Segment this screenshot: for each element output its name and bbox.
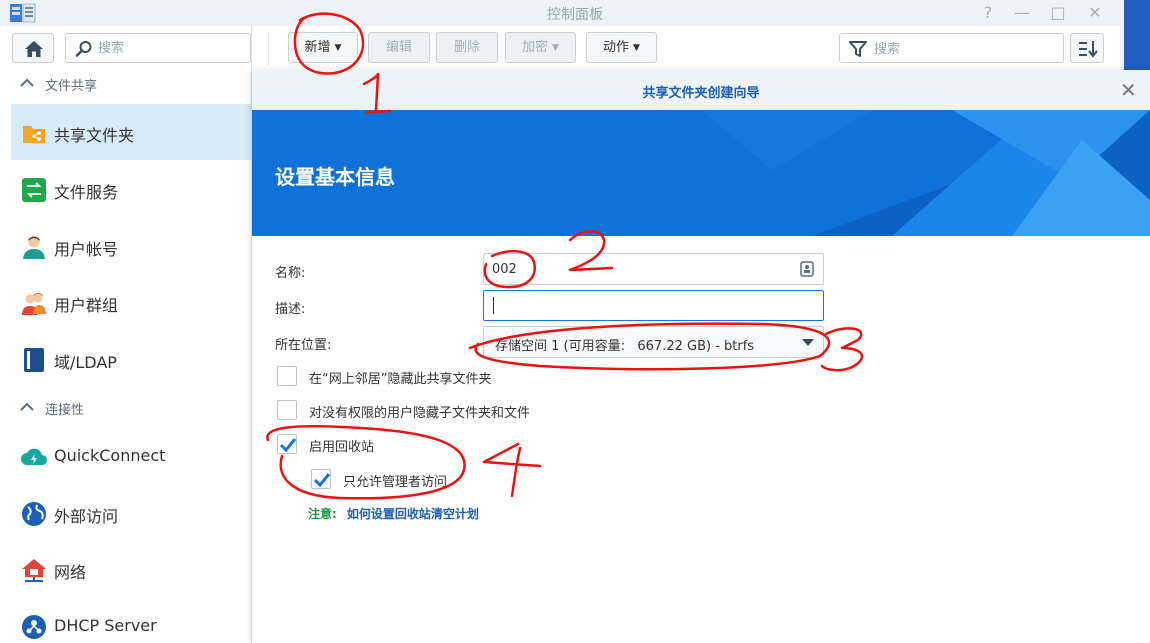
chevron-up-icon [20,78,34,87]
wizard-banner: 设置基本信息 [252,110,1150,236]
name-label: 名称: [275,266,306,281]
note-label: 注意: [308,507,337,521]
group-icon [22,293,46,315]
hide-network-label: 在“网上邻居”隐藏此共享文件夹 [309,372,492,387]
caret-down-icon: ▼ [334,43,342,53]
create-button-label: 新增 [304,40,331,55]
desktop-background [1120,0,1150,70]
section-header-file-sharing[interactable]: 文件共享 [0,72,252,96]
sidebar-search-box[interactable] [65,33,251,63]
sidebar-item-label: QuickConnect [54,446,166,465]
section-header-connectivity[interactable]: 连接性 [0,396,252,420]
name-field[interactable] [483,253,824,285]
checkmark-icon [313,473,331,488]
close-window-button[interactable]: ✕ [1085,3,1105,22]
external-access-icon [22,502,46,526]
quickconnect-icon [21,448,47,465]
toolbar: 新增 ▼ 编辑 删除 加密 ▼ 动作 ▼ [268,26,1120,70]
encrypt-button-label: 加密 [522,40,549,55]
filter-icon [849,41,867,57]
caret-down-icon: ▼ [633,43,640,53]
sort-icon [1079,41,1098,58]
recycle-bin-label: 启用回收站 [309,440,375,455]
sidebar-item-label: 用户群组 [54,296,119,315]
user-icon [23,236,45,259]
filter-search-input[interactable] [874,40,1054,58]
sidebar-item-label: 网络 [54,563,87,582]
sidebar-item-shared-folder[interactable]: 共享文件夹 [11,104,251,160]
admin-only-checkbox[interactable] [311,469,331,489]
location-dropdown[interactable]: 存储空间 1 (可用容量: 667.22 GB) - btrfs [483,326,824,358]
description-field[interactable] [483,290,824,321]
network-icon [22,559,46,582]
hide-subfolders-label: 对没有权限的用户隐藏子文件夹和文件 [309,406,531,421]
section-header-label: 文件共享 [45,79,98,94]
wizard-step-heading: 设置基本信息 [275,165,395,189]
sidebar-item-external-access[interactable]: 外部访问 [11,485,251,541]
hide-subfolders-checkbox[interactable] [277,400,297,420]
sidebar-item-user[interactable]: 用户帐号 [11,218,251,274]
sidebar: 文件共享 共享文件夹 文件服务 用户帐号 用户群组 [0,26,252,643]
sidebar-item-label: 外部访问 [54,507,119,526]
sidebar-item-label: 文件服务 [54,183,119,202]
sidebar-item-group[interactable]: 用户群组 [11,274,251,330]
sidebar-item-dhcp-server[interactable]: DHCP Server [11,598,251,643]
toolbar-divider [268,32,269,66]
text-cursor [493,297,494,314]
minimize-button[interactable]: — [1012,3,1032,22]
file-services-icon [22,178,46,202]
location-selected-value: 存储空间 1 (可用容量: 667.22 GB) - btrfs [495,339,755,354]
sidebar-search-input[interactable] [98,39,243,57]
checkmark-icon [279,438,297,453]
action-button[interactable]: 动作 ▼ [586,32,657,63]
sidebar-item-label: DHCP Server [54,616,157,635]
sidebar-item-label: 用户帐号 [54,240,119,259]
dhcp-server-icon [22,615,46,639]
shared-folder-icon [23,126,45,143]
caret-down-icon: ▼ [552,43,559,53]
location-label: 所在位置: [275,338,332,353]
sort-button[interactable] [1070,33,1104,63]
admin-only-label: 只允许管理者访问 [343,475,448,490]
wizard-close-button[interactable]: ✕ [1120,80,1137,100]
sidebar-item-label: 共享文件夹 [54,126,135,145]
wizard-title: 共享文件夹创建向导 [642,86,760,101]
name-input[interactable] [492,260,792,278]
recycle-schedule-help-link[interactable]: 如何设置回收站清空计划 [347,507,479,521]
search-icon [75,41,92,57]
help-button[interactable]: ? [978,3,998,22]
encrypt-button[interactable]: 加密 ▼ [505,32,576,63]
description-label: 描述: [275,302,306,317]
recycle-bin-note: 注意: 如何设置回收站清空计划 [308,505,479,522]
hide-network-checkbox[interactable] [277,366,297,386]
wizard-header: 共享文件夹创建向导 ✕ [252,70,1150,110]
text-input-icon [800,261,814,277]
sidebar-item-label: 域/LDAP [54,353,117,372]
sidebar-item-quickconnect[interactable]: QuickConnect [11,428,251,484]
create-shared-folder-wizard: 共享文件夹创建向导 ✕ 设置基本信息 名称: 描述: 所在位置: 存储空间 1 … [252,70,1150,643]
edit-button[interactable]: 编辑 [368,32,430,63]
filter-search-box[interactable] [839,33,1064,63]
domain-ldap-icon [24,348,44,372]
create-button[interactable]: 新增 ▼ [288,32,358,63]
home-button[interactable] [12,33,54,63]
action-button-label: 动作 [603,40,630,55]
dropdown-arrow-icon [802,339,814,346]
section-header-label: 连接性 [45,403,85,418]
sidebar-item-file-services[interactable]: 文件服务 [11,161,251,217]
sidebar-item-domain-ldap[interactable]: 域/LDAP [11,331,251,387]
recycle-bin-checkbox[interactable] [277,434,297,454]
delete-button[interactable]: 删除 [436,32,498,63]
chevron-up-icon [20,402,34,411]
maximize-button[interactable]: □ [1048,3,1068,22]
sidebar-item-network[interactable]: 网络 [11,541,251,597]
window-titlebar: 控制面板 ? — □ ✕ [0,0,1150,26]
home-icon [25,41,43,57]
